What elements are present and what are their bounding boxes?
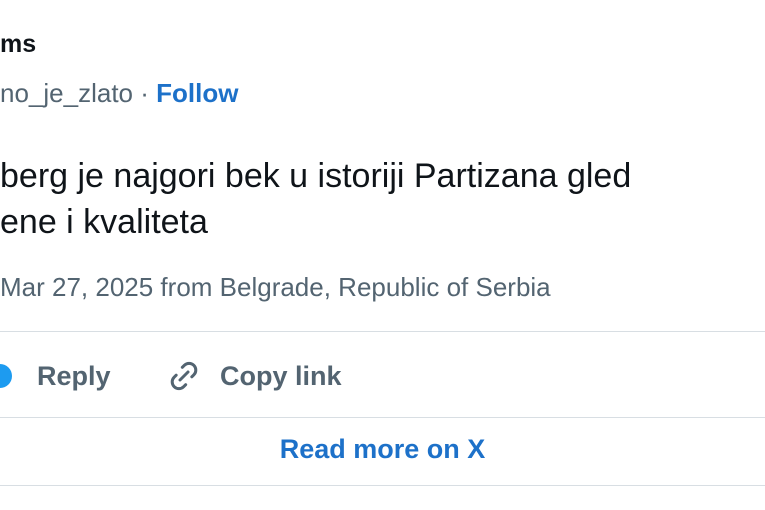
copy-link-button[interactable]: Copy link — [164, 352, 342, 400]
reply-label: Reply — [37, 360, 111, 391]
action-bar: Reply Copy link — [0, 352, 765, 400]
copy-link-label: Copy link — [220, 360, 342, 391]
divider — [0, 485, 765, 486]
follow-button[interactable]: Follow — [156, 78, 238, 108]
reply-button[interactable]: Reply — [37, 352, 111, 400]
tweet-text-line-1: berg je najgori bek u istoriji Partizana… — [0, 157, 632, 195]
read-more-link[interactable]: Read more on X — [0, 434, 765, 465]
divider — [0, 331, 765, 332]
tweet-card: ms no_je_zlato · Follow berg je najgori … — [0, 0, 765, 510]
handle-row: no_je_zlato · Follow — [0, 78, 238, 109]
heart-icon[interactable] — [0, 364, 12, 388]
link-icon — [170, 361, 198, 391]
author-handle[interactable]: no_je_zlato — [0, 78, 133, 108]
handle-separator: · — [133, 78, 157, 108]
divider — [0, 417, 765, 418]
tweet-text: berg je najgori bek u istoriji Partizana… — [0, 153, 631, 245]
tweet-timestamp-location[interactable]: Mar 27, 2025 from Belgrade, Republic of … — [0, 272, 551, 303]
author-name[interactable]: ms — [0, 30, 36, 59]
tweet-text-line-2: ene i kvaliteta — [0, 203, 208, 241]
